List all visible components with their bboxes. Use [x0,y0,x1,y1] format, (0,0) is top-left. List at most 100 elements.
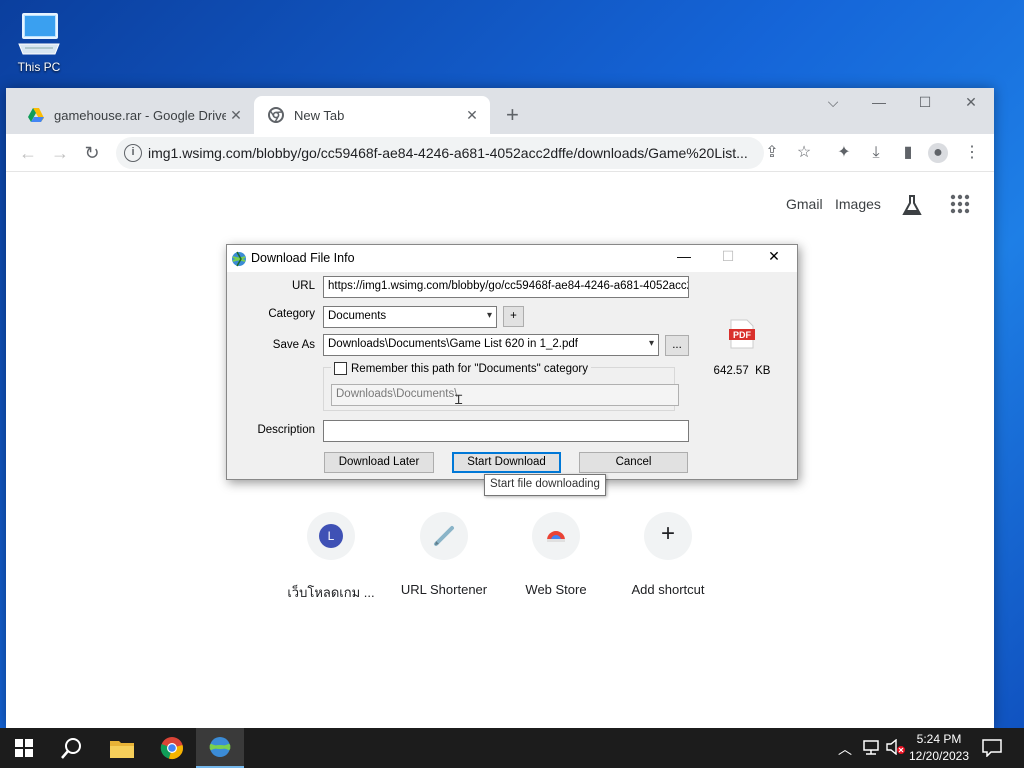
close-tab-icon[interactable]: ✕ [462,107,482,124]
dialog-maximize-icon: ☐ [721,248,735,264]
windows-logo-icon [15,739,33,757]
remember-path-checkbox[interactable] [334,362,347,375]
clock[interactable]: 5:24 PM 12/20/2023 [908,731,970,765]
desktop-icon-this-pc[interactable]: This PC [12,8,66,74]
network-icon[interactable] [862,739,880,755]
address-text[interactable]: img1.wsimg.com/blobby/go/cc59468f-ae84-4… [148,145,753,161]
dialog-titlebar[interactable]: Download File Info — ☐ ✕ [227,245,797,272]
remember-path-label: Remember this path for "Documents" categ… [351,362,588,375]
computer-icon [18,13,60,55]
profile-icon[interactable]: ● [928,143,948,163]
remember-path-option[interactable]: Remember this path for "Documents" categ… [331,362,591,375]
images-link[interactable]: Images [835,196,881,212]
folder-icon [110,741,134,758]
google-drive-icon [28,108,44,122]
tab-search-icon[interactable]: ⌵ [818,94,848,111]
url-field[interactable]: https://img1.wsimg.com/blobby/go/cc59468… [323,276,689,298]
shortcut-label: Add shortcut [631,582,705,597]
start-download-button[interactable]: Start Download [452,452,561,473]
download-file-info-dialog: Download File Info — ☐ ✕ URL https://img… [226,244,798,480]
menu-icon[interactable]: ⋮ [962,143,982,163]
labs-flask-icon[interactable] [902,194,922,221]
chevron-down-icon: ▾ [648,338,654,349]
shortcut-label: URL Shortener [400,582,488,597]
description-label: Description [257,424,315,436]
dialog-minimize-icon[interactable]: — [669,248,699,264]
notifications-icon[interactable] [982,739,1002,758]
site-info-icon[interactable]: i [124,144,142,162]
chrome-icon [160,737,183,759]
add-shortcut-circle: + [644,512,692,560]
add-category-button[interactable]: + [503,306,524,327]
reload-icon[interactable]: ↻ [81,142,103,164]
share-icon[interactable]: ⇪ [762,143,782,163]
chevron-down-icon: ▾ [486,310,492,321]
shortcut-tile[interactable]: L เว็บโหลดเกม ... [276,512,386,603]
dialog-close-icon[interactable]: ✕ [759,248,789,265]
chrome-icon [268,107,284,123]
start-download-tooltip: Start file downloading [484,474,606,496]
shortcut-avatar [420,512,468,560]
browse-button[interactable]: ... [665,335,689,356]
maximize-icon[interactable]: ☐ [910,94,940,111]
taskbar: ︿ 5:24 PM 12/20/2023 [0,728,1024,768]
shortcut-tile[interactable]: URL Shortener [389,512,499,597]
save-as-value: Downloads\Documents\Game List 620 in 1_2… [328,338,578,350]
close-tab-icon[interactable]: ✕ [226,107,246,124]
add-shortcut-tile[interactable]: + Add shortcut [613,512,723,597]
tab-title: gamehouse.rar - Google Drive [54,107,226,123]
plus-icon: + [660,520,675,547]
extensions-icon[interactable]: ✦ [834,143,854,163]
tab-google-drive[interactable]: gamehouse.rar - Google Drive ✕ [14,96,254,134]
clock-time: 5:24 PM [916,732,962,746]
apps-grid-icon[interactable] [950,194,970,219]
shortcut-initial: L [319,524,343,548]
save-as-select[interactable]: Downloads\Documents\Game List 620 in 1_2… [323,334,659,356]
path-field: Downloads\Documents\ [331,384,679,406]
description-field[interactable] [323,420,689,442]
bookmark-star-icon[interactable]: ☆ [794,143,814,163]
url-label: URL [291,280,315,292]
minimize-icon[interactable]: — [864,94,894,110]
category-label: Category [268,308,315,320]
show-hidden-icons-icon[interactable]: ︿ [838,739,852,759]
browser-toolbar: ← → ↻ i img1.wsimg.com/blobby/go/cc59468… [6,134,994,172]
category-select[interactable]: Documents ▾ [323,306,497,328]
tab-strip: gamehouse.rar - Google Drive ✕ New Tab ✕… [6,88,994,134]
file-explorer-button[interactable] [98,728,146,768]
address-bar[interactable]: i img1.wsimg.com/blobby/go/cc59468f-ae84… [116,137,764,169]
tab-title: New Tab [294,107,345,123]
shortcut-avatar: L [307,512,355,560]
download-later-button[interactable]: Download Later [324,452,434,473]
download-icon[interactable]: ⤓ [866,143,886,163]
tab-new-tab[interactable]: New Tab ✕ [254,96,490,134]
shortcut-avatar [532,512,580,560]
chrome-taskbar-button[interactable] [148,728,196,768]
desktop-icon-label: This PC [17,60,61,74]
idm-taskbar-button[interactable] [196,728,244,768]
shortcut-label: Web Store [525,582,587,597]
url-shortener-icon [434,526,454,546]
idm-icon [209,737,231,757]
dialog-title: Download File Info [251,251,355,265]
start-button[interactable] [0,728,48,768]
shortcut-label: เว็บโหลดเกม ... [287,585,375,600]
shortcut-tile[interactable]: Web Store [501,512,611,597]
close-window-icon[interactable]: ✕ [956,94,986,111]
gmail-link[interactable]: Gmail [786,196,823,212]
web-store-icon [547,531,565,542]
back-icon[interactable]: ← [17,142,39,164]
new-tab-button[interactable]: + [506,102,519,128]
search-icon [61,738,81,759]
forward-icon[interactable]: → [49,142,71,164]
cancel-button[interactable]: Cancel [579,452,688,473]
idm-globe-icon [232,251,246,267]
volume-muted-icon[interactable] [886,738,906,756]
search-button[interactable] [48,728,96,768]
file-size: 642.57 KB [713,365,771,377]
category-value: Documents [328,310,387,322]
pdf-file-icon: PDF [729,319,755,349]
text-cursor-icon: Ɪ [455,392,463,407]
save-as-label: Save As [272,339,315,351]
side-panel-icon[interactable]: ▮ [898,143,918,163]
